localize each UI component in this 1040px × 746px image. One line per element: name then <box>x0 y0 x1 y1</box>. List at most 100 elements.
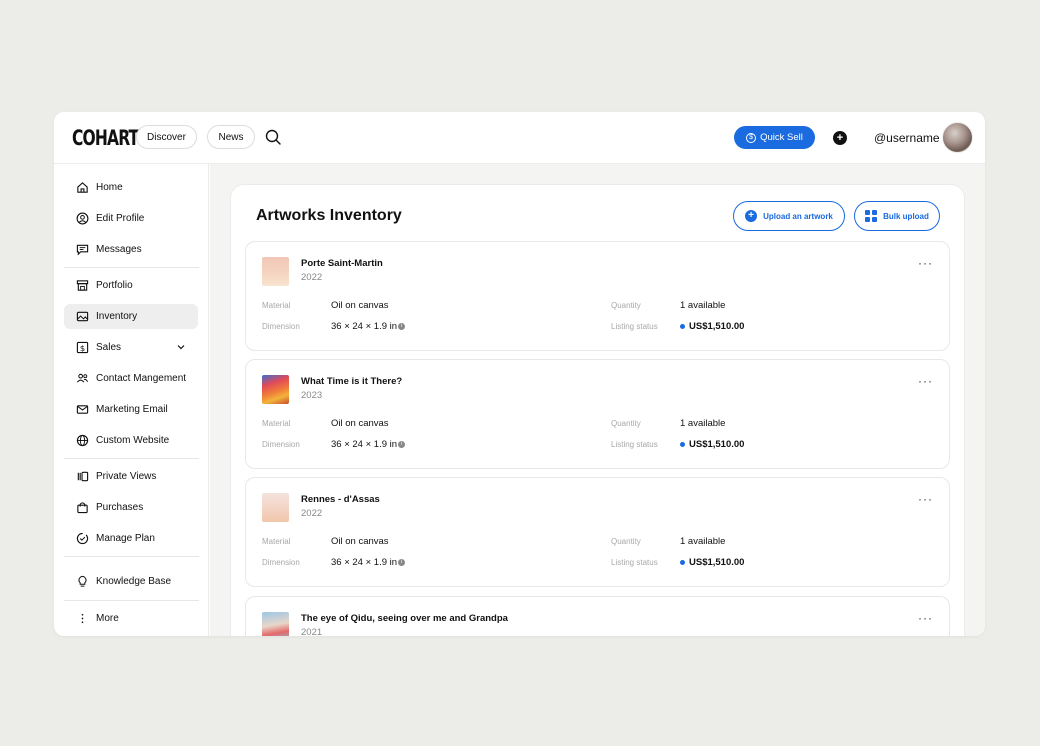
sidebar-item-sales[interactable]: $ Sales <box>64 335 198 360</box>
logo[interactable]: COHART <box>72 126 139 150</box>
sidebar-item-contact-management[interactable]: Contact Mangement <box>64 366 198 391</box>
username[interactable]: @username <box>874 131 940 145</box>
sidebar-item-label: Sales <box>96 342 122 353</box>
material-label: Material <box>262 301 291 310</box>
artwork-card[interactable]: What Time is it There? 2023 ··· Material… <box>245 359 950 469</box>
listing-status-label: Listing status <box>611 322 658 331</box>
sidebar-item-label: Knowledge Base <box>96 576 172 587</box>
sidebar-item-home[interactable]: Home <box>64 175 198 200</box>
dimension-text: 36 × 24 × 1.9 in <box>331 557 398 568</box>
bulk-upload-label: Bulk upload <box>883 211 929 221</box>
sidebar-item-label: Manage Plan <box>96 533 155 544</box>
dollar-circle-icon: $ <box>746 132 757 143</box>
price-text: US$1,510.00 <box>689 557 745 568</box>
sidebar: Home Edit Profile Messages Portfolio Inv… <box>54 164 209 636</box>
artwork-thumbnail[interactable] <box>262 493 289 522</box>
sidebar-item-knowledge-base[interactable]: Knowledge Base <box>64 569 198 594</box>
artwork-thumbnail[interactable] <box>262 375 289 404</box>
message-icon <box>76 244 89 256</box>
sidebar-item-label: Home <box>96 182 123 193</box>
artwork-title[interactable]: Porte Saint-Martin <box>301 258 383 269</box>
artwork-title[interactable]: The eye of Qidu, seeing over me and Gran… <box>301 613 508 624</box>
artwork-year: 2023 <box>301 390 323 401</box>
sidebar-item-label: Private Views <box>96 471 157 482</box>
upload-artwork-button[interactable]: + Upload an artwork <box>733 201 845 231</box>
mail-icon <box>76 405 89 414</box>
quantity-label: Quantity <box>611 301 641 310</box>
app-window: COHART Discover News $ Quick Sell + @use… <box>54 112 985 636</box>
artwork-year: 2022 <box>301 508 323 519</box>
sidebar-item-portfolio[interactable]: Portfolio <box>64 273 198 298</box>
private-views-icon <box>77 471 89 482</box>
price-text: US$1,510.00 <box>689 439 745 450</box>
more-vertical-icon <box>81 613 84 624</box>
sidebar-item-label: Portfolio <box>96 280 133 291</box>
quantity-value: 1 available <box>680 418 726 429</box>
svg-text:$: $ <box>80 343 85 353</box>
more-options-icon[interactable]: ··· <box>918 492 933 506</box>
sidebar-item-edit-profile[interactable]: Edit Profile <box>64 206 198 231</box>
sidebar-divider <box>64 267 199 268</box>
sidebar-item-purchases[interactable]: Purchases <box>64 495 198 520</box>
artwork-title[interactable]: Rennes - d'Assas <box>301 494 380 505</box>
sidebar-item-marketing-email[interactable]: Marketing Email <box>64 397 198 422</box>
plan-icon <box>76 532 89 545</box>
sidebar-item-private-views[interactable]: Private Views <box>64 464 198 489</box>
dimension-label: Dimension <box>262 440 300 449</box>
grid-plus-icon <box>865 210 878 222</box>
bulk-upload-button[interactable]: Bulk upload <box>854 201 940 231</box>
status-dot <box>680 442 685 447</box>
avatar[interactable] <box>942 122 973 153</box>
info-icon[interactable]: i <box>398 559 406 566</box>
info-icon[interactable]: i <box>398 441 406 448</box>
more-options-icon[interactable]: ··· <box>918 256 933 270</box>
users-icon <box>76 373 89 383</box>
image-icon <box>76 311 89 322</box>
listing-price: US$1,510.00 <box>680 557 744 568</box>
sidebar-item-label: Edit Profile <box>96 213 145 224</box>
sidebar-item-messages[interactable]: Messages <box>64 237 198 262</box>
sidebar-item-label: Marketing Email <box>96 404 168 415</box>
material-value: Oil on canvas <box>331 536 389 547</box>
sidebar-item-inventory[interactable]: Inventory <box>64 304 198 329</box>
dollar-icon: $ <box>76 341 89 354</box>
top-bar: COHART Discover News $ Quick Sell + @use… <box>54 112 985 164</box>
sidebar-divider <box>64 458 199 459</box>
quantity-label: Quantity <box>611 537 641 546</box>
price-text: US$1,510.00 <box>689 321 745 332</box>
sidebar-item-manage-plan[interactable]: Manage Plan <box>64 526 198 551</box>
more-options-icon[interactable]: ··· <box>918 611 933 625</box>
listing-price: US$1,510.00 <box>680 439 744 450</box>
home-icon <box>77 182 88 193</box>
tab-news[interactable]: News <box>207 125 255 149</box>
info-icon[interactable]: i <box>398 323 406 330</box>
artwork-card[interactable]: Rennes - d'Assas 2022 ··· Material Oil o… <box>245 477 950 587</box>
sidebar-item-more[interactable]: More <box>64 606 198 631</box>
tab-discover[interactable]: Discover <box>136 125 197 149</box>
dimension-label: Dimension <box>262 558 300 567</box>
artwork-thumbnail[interactable] <box>262 612 289 636</box>
sidebar-item-label: Contact Mangement <box>96 373 187 384</box>
listing-status-label: Listing status <box>611 558 658 567</box>
artwork-card[interactable]: Porte Saint-Martin 2022 ··· Material Oil… <box>245 241 950 351</box>
page-title: Artworks Inventory <box>256 207 402 224</box>
artwork-year: 2021 <box>301 627 323 636</box>
artwork-card[interactable]: The eye of Qidu, seeing over me and Gran… <box>245 596 950 636</box>
add-icon[interactable]: + <box>833 131 847 145</box>
material-label: Material <box>262 419 291 428</box>
more-options-icon[interactable]: ··· <box>918 374 933 388</box>
artwork-year: 2022 <box>301 272 323 283</box>
quick-sell-button[interactable]: $ Quick Sell <box>734 126 815 149</box>
sidebar-item-custom-website[interactable]: Custom Website <box>64 428 198 453</box>
status-dot <box>680 560 685 565</box>
dimension-text: 36 × 24 × 1.9 in <box>331 321 398 332</box>
sidebar-divider <box>64 600 199 601</box>
chevron-down-icon[interactable] <box>176 342 186 352</box>
dimension-value: 36 × 24 × 1.9 in i <box>331 321 406 332</box>
artwork-title[interactable]: What Time is it There? <box>301 376 402 387</box>
artwork-thumbnail[interactable] <box>262 257 289 286</box>
storefront-icon <box>76 280 89 291</box>
sidebar-item-label: Inventory <box>96 311 138 322</box>
search-icon[interactable] <box>264 128 282 146</box>
upload-artwork-label: Upload an artwork <box>763 211 833 221</box>
